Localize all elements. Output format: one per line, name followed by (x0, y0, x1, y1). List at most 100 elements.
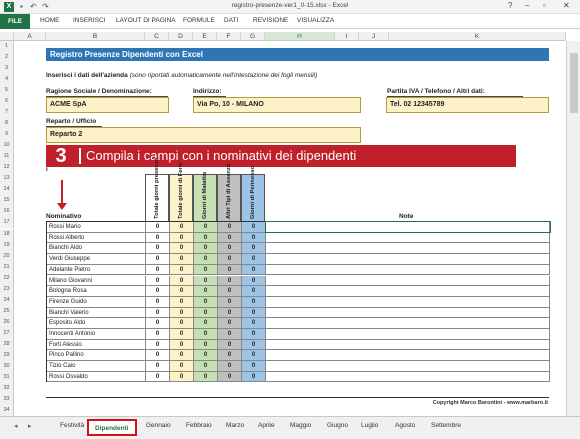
count-cell[interactable]: 0 (242, 318, 266, 328)
count-cell[interactable]: 0 (194, 222, 218, 232)
count-cell[interactable]: 0 (146, 307, 170, 318)
count-cell[interactable]: 0 (170, 254, 194, 264)
row-header[interactable]: 34 (0, 404, 14, 416)
count-cell[interactable]: 0 (242, 286, 266, 296)
note-cell[interactable] (266, 296, 550, 307)
count-cell[interactable]: 0 (242, 296, 266, 307)
reparto-field[interactable]: Reparto 2 (46, 127, 361, 143)
column-header[interactable]: K (389, 32, 566, 41)
count-cell[interactable]: 0 (194, 361, 218, 371)
count-cell[interactable]: 0 (170, 222, 194, 232)
row-header[interactable]: 7 (0, 107, 14, 119)
restore-icon[interactable]: ▫ (543, 1, 546, 10)
row-header[interactable]: 8 (0, 118, 14, 130)
sheet-tab[interactable]: Luglio (361, 422, 378, 429)
column-header[interactable]: G (241, 32, 265, 41)
row-header[interactable]: 21 (0, 261, 14, 273)
file-tab[interactable]: FILE (0, 14, 30, 29)
sheet-tab[interactable]: Febbraio (186, 422, 212, 429)
employee-name-cell[interactable]: Forti Alessio (47, 339, 146, 350)
column-header[interactable]: E (193, 32, 217, 41)
count-cell[interactable]: 0 (170, 371, 194, 382)
count-cell[interactable]: 0 (218, 361, 242, 371)
close-icon[interactable]: ✕ (563, 1, 570, 10)
row-header[interactable]: 26 (0, 316, 14, 328)
employee-name-cell[interactable]: Milano Giovanni (47, 275, 146, 286)
count-cell[interactable]: 0 (218, 307, 242, 318)
sheet-tab[interactable]: Marzo (226, 422, 244, 429)
count-cell[interactable]: 0 (194, 307, 218, 318)
count-cell[interactable]: 0 (218, 254, 242, 264)
count-cell[interactable]: 0 (170, 307, 194, 318)
count-cell[interactable]: 0 (218, 243, 242, 254)
row-header[interactable]: 25 (0, 305, 14, 317)
row-header[interactable]: 33 (0, 393, 14, 405)
count-cell[interactable]: 0 (242, 232, 266, 243)
column-header[interactable]: A (14, 32, 46, 41)
count-cell[interactable]: 0 (242, 254, 266, 264)
count-cell[interactable]: 0 (194, 254, 218, 264)
count-cell[interactable]: 0 (242, 339, 266, 350)
note-cell[interactable] (266, 232, 550, 243)
next-sheet-icon[interactable]: ▸ (28, 422, 32, 430)
employee-name-cell[interactable]: Pinco Pallino (47, 350, 146, 361)
count-cell[interactable]: 0 (170, 350, 194, 361)
count-cell[interactable]: 0 (194, 264, 218, 275)
tab-layout-di-pagina[interactable]: LAYOUT DI PAGINA (116, 17, 176, 24)
count-cell[interactable]: 0 (218, 350, 242, 361)
count-cell[interactable]: 0 (194, 329, 218, 339)
sheet-tab[interactable]: Settembre (431, 422, 461, 429)
count-cell[interactable]: 0 (146, 296, 170, 307)
row-header[interactable]: 32 (0, 382, 14, 394)
column-header[interactable]: C (145, 32, 169, 41)
sheet-tab[interactable]: Maggio (290, 422, 311, 429)
count-cell[interactable]: 0 (194, 296, 218, 307)
ragione-sociale-field[interactable]: ACME SpA (46, 97, 169, 113)
column-header[interactable]: J (359, 32, 389, 41)
count-cell[interactable]: 0 (242, 371, 266, 382)
count-cell[interactable]: 0 (242, 361, 266, 371)
count-cell[interactable]: 0 (170, 318, 194, 328)
count-cell[interactable]: 0 (242, 222, 266, 232)
select-all-corner[interactable] (0, 32, 14, 41)
count-cell[interactable]: 0 (242, 329, 266, 339)
count-cell[interactable]: 0 (194, 275, 218, 286)
count-cell[interactable]: 0 (146, 339, 170, 350)
employee-name-cell[interactable]: Firenze Guido (47, 296, 146, 307)
row-header[interactable]: 2 (0, 52, 14, 64)
sheet-tab-active[interactable]: Dipendenti (87, 419, 137, 436)
employee-name-cell[interactable]: Bianchi Aldo (47, 243, 146, 254)
employee-name-cell[interactable]: Adelante Pietro (47, 264, 146, 275)
partita-iva-field[interactable]: Tel. 02 12345789 (386, 97, 549, 113)
count-cell[interactable]: 0 (218, 222, 242, 232)
tab-inserisci[interactable]: INSERISCI (73, 17, 106, 24)
employee-name-cell[interactable]: Verdi Giuseppe (47, 254, 146, 264)
count-cell[interactable]: 0 (170, 275, 194, 286)
count-cell[interactable]: 0 (146, 329, 170, 339)
prev-sheet-icon[interactable]: ◂ (14, 422, 18, 430)
count-cell[interactable]: 0 (242, 275, 266, 286)
note-cell[interactable] (266, 275, 550, 286)
count-cell[interactable]: 0 (146, 254, 170, 264)
count-cell[interactable]: 0 (218, 296, 242, 307)
note-cell[interactable] (266, 243, 550, 254)
count-cell[interactable]: 0 (194, 339, 218, 350)
column-header[interactable]: I (335, 32, 359, 41)
note-cell[interactable] (266, 264, 550, 275)
row-header[interactable]: 16 (0, 206, 14, 218)
count-cell[interactable]: 0 (242, 307, 266, 318)
note-cell[interactable] (266, 339, 550, 350)
count-cell[interactable]: 0 (170, 329, 194, 339)
employee-name-cell[interactable]: Esposito Aldo (47, 318, 146, 328)
row-header[interactable]: 18 (0, 228, 14, 240)
row-header[interactable]: 6 (0, 96, 14, 108)
column-header[interactable]: B (46, 32, 145, 41)
row-header[interactable]: 12 (0, 162, 14, 174)
employee-name-cell[interactable]: Bologna Rosa (47, 286, 146, 296)
sheet-tab[interactable]: Festività (60, 422, 84, 429)
tab-formule[interactable]: FORMULE (183, 17, 215, 24)
row-header[interactable]: 20 (0, 250, 14, 262)
sheet-tab[interactable]: Gennaio (146, 422, 171, 429)
note-cell[interactable] (266, 254, 550, 264)
count-cell[interactable]: 0 (242, 350, 266, 361)
